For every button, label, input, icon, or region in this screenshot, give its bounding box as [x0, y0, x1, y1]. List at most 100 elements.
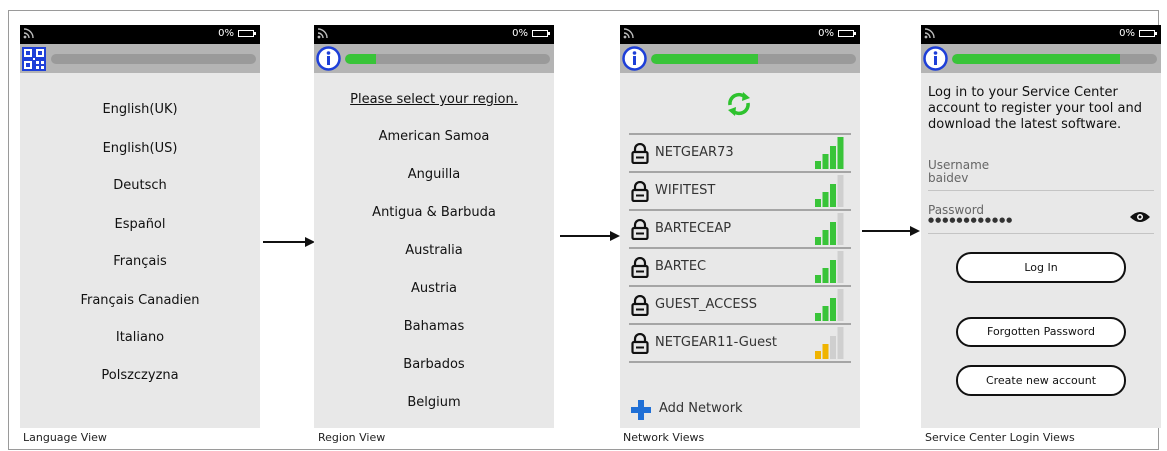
- language-item[interactable]: Français: [20, 254, 260, 269]
- network-row[interactable]: BARTECEAP: [629, 211, 851, 249]
- signal-bar: [837, 251, 844, 283]
- language-item[interactable]: Français Canadien: [20, 293, 260, 308]
- language-item[interactable]: English(US): [20, 141, 260, 156]
- progress-bar: [651, 54, 856, 64]
- info-icon[interactable]: [923, 46, 948, 71]
- login-button[interactable]: Log In: [956, 252, 1126, 283]
- signal-bar: [815, 313, 821, 321]
- battery-icon: [238, 30, 256, 37]
- eye-icon[interactable]: [1129, 210, 1151, 224]
- signal-bar: [822, 268, 829, 283]
- region-item[interactable]: Bahamas: [314, 319, 554, 334]
- progress-fill: [345, 54, 376, 64]
- status-bar: 0%: [20, 25, 260, 44]
- progress-fill: [952, 54, 1121, 64]
- signal-bar: [830, 298, 836, 321]
- lock-icon: [631, 295, 649, 316]
- field-divider: [928, 190, 1154, 191]
- network-name: BARTEC: [655, 259, 707, 274]
- signal-bar: [815, 237, 821, 245]
- lock-icon: [631, 219, 649, 240]
- header-bar: [620, 44, 860, 73]
- forgot-password-button[interactable]: Forgotten Password: [956, 317, 1126, 347]
- intro-line: account to register your tool and: [928, 101, 1142, 116]
- signal-bar: [815, 351, 821, 359]
- battery-icon: [1139, 30, 1157, 37]
- lock-icon: [631, 181, 649, 202]
- signal-bar: [815, 275, 821, 283]
- signal-strength-icon: [815, 327, 844, 359]
- network-view-caption: Network Views: [623, 431, 705, 444]
- plus-icon: [631, 400, 651, 420]
- wifi-icon: [23, 28, 34, 39]
- network-name: NETGEAR11-Guest: [655, 335, 777, 350]
- header-bar: [921, 44, 1161, 73]
- field-divider: [928, 233, 1154, 234]
- signal-bar: [815, 199, 821, 207]
- network-name: WIFITEST: [655, 183, 716, 198]
- status-bar: 0%: [314, 25, 554, 44]
- network-row[interactable]: GUEST_ACCESS: [629, 287, 851, 325]
- battery-icon: [532, 30, 550, 37]
- signal-strength-icon: [815, 137, 844, 169]
- region-item[interactable]: Australia: [314, 243, 554, 258]
- add-network-label: Add Network: [659, 401, 743, 416]
- header-bar: [20, 44, 260, 73]
- info-icon[interactable]: [622, 46, 647, 71]
- add-network-button[interactable]: Add Network: [629, 397, 851, 421]
- qr-code-icon[interactable]: [22, 47, 46, 71]
- create-account-button[interactable]: Create new account: [956, 365, 1126, 396]
- signal-bar: [837, 137, 844, 169]
- language-item[interactable]: Italiano: [20, 330, 260, 345]
- signal-bar: [822, 344, 829, 359]
- password-label: Password: [928, 203, 985, 217]
- signal-bar: [830, 222, 836, 245]
- wifi-icon: [924, 28, 935, 39]
- region-item[interactable]: Austria: [314, 281, 554, 296]
- header-bar: [314, 44, 554, 73]
- flow-arrow: [560, 231, 620, 241]
- region-prompt: Please select your region.: [350, 92, 518, 107]
- signal-bar: [837, 175, 844, 207]
- region-item[interactable]: Barbados: [314, 357, 554, 372]
- refresh-icon[interactable]: [724, 89, 754, 119]
- signal-bar: [822, 192, 829, 207]
- login-intro: Log in to your Service Center account to…: [928, 85, 1154, 133]
- info-icon[interactable]: [316, 46, 341, 71]
- language-item[interactable]: Deutsch: [20, 178, 260, 193]
- signal-bar: [830, 184, 836, 207]
- region-item[interactable]: Belgium: [314, 395, 554, 410]
- username-field[interactable]: baidev: [928, 171, 968, 185]
- password-field[interactable]: ●●●●●●●●●●●●: [928, 216, 1013, 224]
- signal-bar: [830, 260, 836, 283]
- login-view-screen: 0% Log in to your Service Center account…: [921, 25, 1161, 428]
- status-bar: 0%: [921, 25, 1161, 44]
- battery-percent: 0%: [512, 28, 528, 39]
- language-item[interactable]: Polszczyzna: [20, 368, 260, 383]
- signal-bar: [822, 230, 829, 245]
- region-item[interactable]: American Samoa: [314, 129, 554, 144]
- language-view-caption: Language View: [23, 431, 107, 444]
- language-item[interactable]: English(UK): [20, 102, 260, 117]
- flow-arrow: [263, 237, 315, 247]
- signal-bar: [815, 161, 821, 169]
- signal-strength-icon: [815, 175, 844, 207]
- battery-percent: 0%: [1119, 28, 1135, 39]
- network-row[interactable]: NETGEAR11-Guest: [629, 325, 851, 363]
- progress-fill: [651, 54, 758, 64]
- region-view-screen: 0% Please select your region. American S…: [314, 25, 554, 428]
- region-item[interactable]: Antigua & Barbuda: [314, 205, 554, 220]
- wifi-icon: [623, 28, 634, 39]
- network-row[interactable]: BARTEC: [629, 249, 851, 287]
- network-name: NETGEAR73: [655, 145, 734, 160]
- network-row[interactable]: NETGEAR73: [629, 135, 851, 173]
- username-label: Username: [928, 158, 990, 172]
- language-item[interactable]: Español: [20, 217, 260, 232]
- signal-bar: [830, 336, 836, 359]
- network-row[interactable]: WIFITEST: [629, 173, 851, 211]
- signal-bar: [822, 306, 829, 321]
- region-item[interactable]: Anguilla: [314, 167, 554, 182]
- progress-bar: [51, 54, 256, 64]
- status-bar: 0%: [620, 25, 860, 44]
- battery-percent: 0%: [218, 28, 234, 39]
